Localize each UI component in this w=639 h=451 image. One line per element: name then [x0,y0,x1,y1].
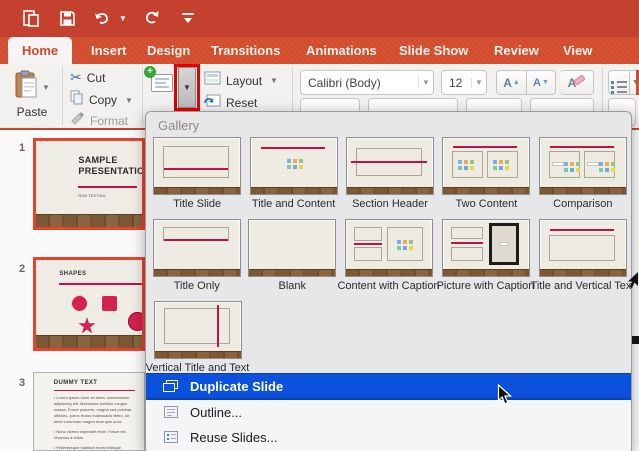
accent-line [59,282,142,285]
wood-floor [36,335,142,348]
font-size-select[interactable]: 12 ▼ [441,70,487,95]
increase-font-button[interactable]: A ▲ [496,70,527,95]
font-size-caret: ▼ [471,78,486,87]
layout-section-header[interactable]: Section Header [342,137,438,210]
font-name-caret: ▼ [418,78,433,87]
mouse-cursor [497,383,513,411]
clear-formatting-wrap: A [560,70,594,95]
cut-button[interactable]: ✂ Cut [70,69,105,86]
copy-dropdown-caret[interactable]: ▼ [125,96,133,105]
paste-dropdown-caret[interactable]: ▼ [42,83,50,92]
layout-picture-with-caption[interactable]: Picture with Caption [437,219,534,292]
decrease-font-button[interactable]: A ▼ [527,70,556,95]
layout-title-only[interactable]: Title Only [149,219,245,292]
slide-thumbnail-1[interactable]: SAMPLE PRESENTATION RON TESTING [33,138,145,230]
quick-access-toolbar: ▼ [20,7,199,29]
powerpoint-window: ▼ Home Insert Design Transitions Animati… [0,0,639,451]
menu-item-duplicate-slide[interactable]: Duplicate Slide [146,373,631,400]
toolbar-options-icon[interactable] [177,7,199,29]
bulleted-list-icon [611,81,627,84]
gallery-row-3: Vertical Title and Text [146,301,631,374]
slide-number: 2 [19,263,26,275]
new-slide-icon [151,74,173,92]
wood-floor [36,214,142,227]
gallery-header: Gallery [158,118,200,133]
title-bar: ▼ [0,0,639,37]
undo-icon[interactable] [92,7,114,29]
tab-review[interactable]: Review [488,37,545,64]
font-size-buttons: A ▲ A ▼ [496,70,556,95]
annotation-highlight-box [174,64,200,111]
circle-shape [72,296,87,311]
gallery-row-2: Title Only Blank Content with Caption Pi… [146,219,631,292]
tab-view[interactable]: View [557,37,598,64]
new-slide-menu: Duplicate Slide Outline... Reuse Slides.… [146,373,631,451]
font-name-select[interactable]: Calibri (Body) ▼ [300,70,434,95]
new-file-icon[interactable] [20,7,42,29]
new-slide-gallery-dropdown: Gallery Title Slide Title and Content Se… [145,111,632,451]
tab-design[interactable]: Design [141,37,196,64]
layout-icon [204,71,221,90]
tab-animations[interactable]: Animations [300,37,383,64]
layout-title-and-content[interactable]: Title and Content [245,137,341,210]
layout-comparison[interactable]: Comparison [535,137,631,210]
clipboard-icon [14,70,39,105]
secondary-cursor-artifact [628,272,639,293]
menu-item-reuse-slides[interactable]: Reuse Slides... [146,425,631,450]
ribbon-tabs: Home Insert Design Transitions Animation… [0,37,639,64]
redo-icon[interactable] [141,7,163,29]
divider [62,67,63,125]
edge-mark-artifact [632,336,639,344]
plus-icon: + [144,66,156,78]
copy-button[interactable]: Copy ▼ [70,90,133,110]
layout-two-content[interactable]: Two Content [438,137,534,210]
layout-button[interactable]: Layout ▼ [204,71,278,90]
tab-transitions[interactable]: Transitions [205,37,286,64]
star-shape [78,317,96,334]
undo-dropdown-caret[interactable]: ▼ [119,14,127,23]
outline-icon [163,406,180,419]
layout-blank[interactable]: Blank [245,219,341,292]
paste-label: Paste [16,105,48,119]
menu-item-outline[interactable]: Outline... [146,400,631,425]
slide-number: 1 [19,142,26,154]
reset-button[interactable]: Reset [204,93,257,113]
gallery-row-1: Title Slide Title and Content Section He… [146,137,631,210]
slide-thumbnails-panel: 1 SAMPLE PRESENTATION RON TESTING 2 SHAP… [0,130,145,451]
reset-icon [204,93,221,113]
duplicate-slide-icon [163,379,180,393]
new-slide-button[interactable]: + [144,66,175,96]
layout-vertical-title-and-text[interactable]: Vertical Title and Text [146,301,249,374]
bullets-button[interactable] [608,70,630,95]
paste-button[interactable]: ▼ Paste [4,66,60,126]
layout-dropdown-caret[interactable]: ▼ [270,76,278,85]
reuse-slides-icon [163,431,180,444]
accent-line [53,389,136,391]
layout-title-slide[interactable]: Title Slide [149,137,245,210]
square-shape [102,296,117,311]
accent-line [78,185,137,188]
divider [142,67,143,125]
bullets-wrap: ▼ [608,70,639,95]
clear-formatting-button[interactable]: A [560,70,594,95]
tab-insert[interactable]: Insert [85,37,132,64]
slide-number: 3 [19,377,26,389]
slide-body-text: Lorem ipsum dolor sit amet, consectetuer… [54,395,135,450]
pie-shape [128,312,142,331]
tab-slide-show[interactable]: Slide Show [393,37,474,64]
slide-thumbnail-3[interactable]: DUMMY TEXT Lorem ipsum dolor sit amet, c… [33,372,145,451]
copy-icon [70,90,84,110]
tab-home[interactable]: Home [8,37,73,64]
layout-content-with-caption[interactable]: Content with Caption [337,219,440,292]
scissors-icon: ✂ [70,69,82,85]
layout-title-and-vertical-text[interactable]: Title and Vertical Text [531,219,631,292]
save-icon[interactable] [56,7,78,29]
slide-thumbnail-2[interactable]: SHAPES [33,257,145,351]
